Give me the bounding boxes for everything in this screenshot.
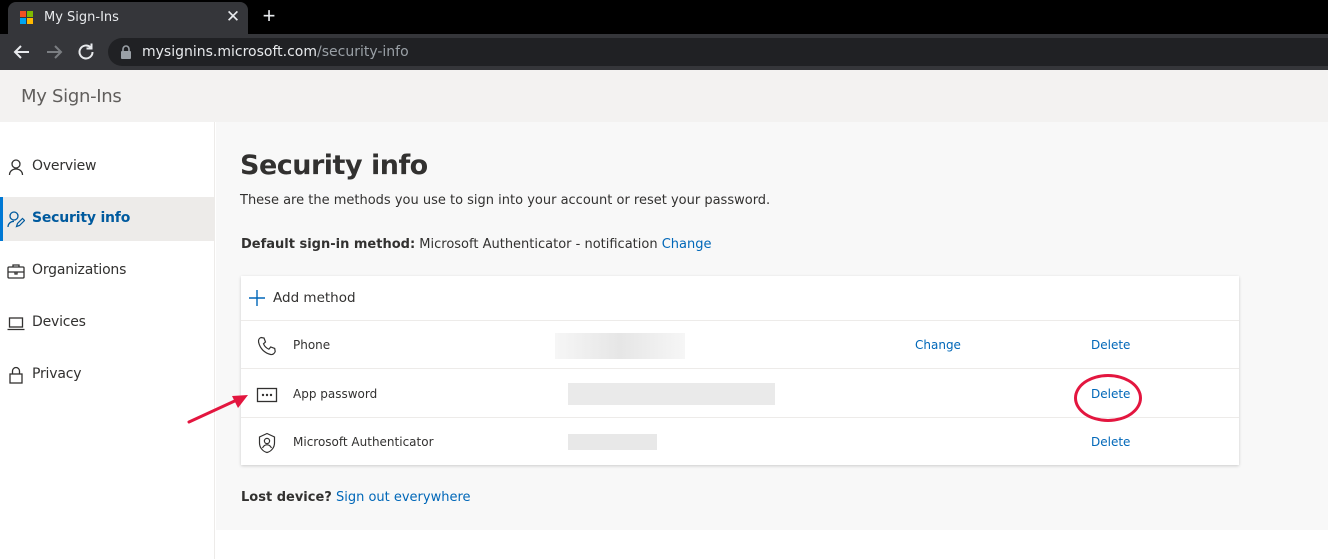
close-tab-icon[interactable]: ✕ bbox=[224, 8, 242, 26]
add-method-label: Add method bbox=[273, 290, 356, 306]
laptop-icon bbox=[7, 317, 25, 331]
sidebar-item-overview[interactable]: Overview bbox=[0, 145, 215, 189]
briefcase-icon bbox=[7, 264, 25, 279]
sidebar-item-label: Privacy bbox=[32, 366, 82, 382]
forward-arrow-icon[interactable] bbox=[42, 40, 66, 64]
browser-toolbar: mysignins.microsoft.com/security-info bbox=[0, 34, 1328, 70]
sidebar-item-label: Security info bbox=[32, 210, 131, 226]
add-method-button[interactable]: Add method bbox=[241, 276, 1239, 321]
method-name: Microsoft Authenticator bbox=[293, 435, 434, 449]
person-edit-icon bbox=[7, 211, 25, 228]
page-title: Security info bbox=[240, 150, 428, 181]
method-name: App password bbox=[293, 387, 378, 401]
lost-device-label: Lost device? bbox=[241, 490, 332, 505]
app-title[interactable]: My Sign-Ins bbox=[21, 86, 122, 107]
sidebar: Overview Security info Organizations Dev… bbox=[0, 122, 215, 559]
default-sign-in-method: Default sign-in method: Microsoft Authen… bbox=[241, 237, 712, 252]
sidebar-item-devices[interactable]: Devices bbox=[0, 301, 215, 345]
method-row-authenticator: Microsoft Authenticator Delete bbox=[241, 418, 1239, 466]
delete-authenticator-button[interactable]: Delete bbox=[1091, 435, 1130, 449]
browser-tab[interactable]: My Sign-Ins ✕ bbox=[8, 2, 248, 34]
delete-phone-button[interactable]: Delete bbox=[1091, 338, 1130, 352]
address-bar[interactable]: mysignins.microsoft.com/security-info bbox=[108, 38, 1328, 66]
tab-title: My Sign-Ins bbox=[44, 10, 119, 25]
change-default-method-link[interactable]: Change bbox=[662, 237, 712, 252]
reload-icon[interactable] bbox=[74, 40, 98, 64]
redacted-device-name bbox=[568, 434, 657, 450]
sidebar-item-organizations[interactable]: Organizations bbox=[0, 249, 215, 293]
plus-icon bbox=[249, 290, 265, 306]
change-phone-button[interactable]: Change bbox=[915, 338, 961, 352]
phone-icon bbox=[257, 336, 276, 356]
back-arrow-icon[interactable] bbox=[10, 40, 34, 64]
sign-out-everywhere-link[interactable]: Sign out everywhere bbox=[336, 490, 471, 505]
method-name: Phone bbox=[293, 338, 331, 352]
sidebar-item-security-info[interactable]: Security info bbox=[0, 197, 215, 241]
sidebar-item-label: Organizations bbox=[32, 262, 127, 278]
redacted-app-password-name bbox=[568, 383, 775, 405]
person-icon bbox=[8, 159, 24, 176]
sidebar-item-privacy[interactable]: Privacy bbox=[0, 353, 215, 397]
annotation-circle bbox=[1074, 374, 1142, 422]
app-password-icon bbox=[256, 387, 278, 403]
main-content: Security info These are the methods you … bbox=[216, 122, 1328, 530]
method-row-phone: Phone Change Delete bbox=[241, 321, 1239, 369]
methods-card: Add method Phone Change Delete App passw… bbox=[241, 276, 1239, 465]
redacted-phone-number bbox=[555, 333, 685, 359]
lock-icon bbox=[9, 366, 23, 384]
page-subtitle: These are the methods you use to sign in… bbox=[240, 193, 771, 208]
browser-tabstrip: My Sign-Ins ✕ + bbox=[0, 0, 1328, 34]
lock-icon bbox=[121, 45, 131, 59]
annotation-arrow-icon bbox=[187, 395, 248, 424]
sidebar-item-label: Overview bbox=[32, 158, 97, 174]
lost-device: Lost device? Sign out everywhere bbox=[241, 490, 471, 505]
microsoft-logo-icon bbox=[20, 11, 34, 25]
new-tab-icon[interactable]: + bbox=[258, 5, 280, 27]
app-header: My Sign-Ins bbox=[0, 70, 1328, 122]
sidebar-item-label: Devices bbox=[32, 314, 86, 330]
default-method-label: Default sign-in method: bbox=[241, 237, 416, 252]
default-method-value: Microsoft Authenticator - notification bbox=[419, 237, 658, 252]
url-text: mysignins.microsoft.com/security-info bbox=[142, 44, 409, 60]
authenticator-icon bbox=[258, 432, 276, 454]
